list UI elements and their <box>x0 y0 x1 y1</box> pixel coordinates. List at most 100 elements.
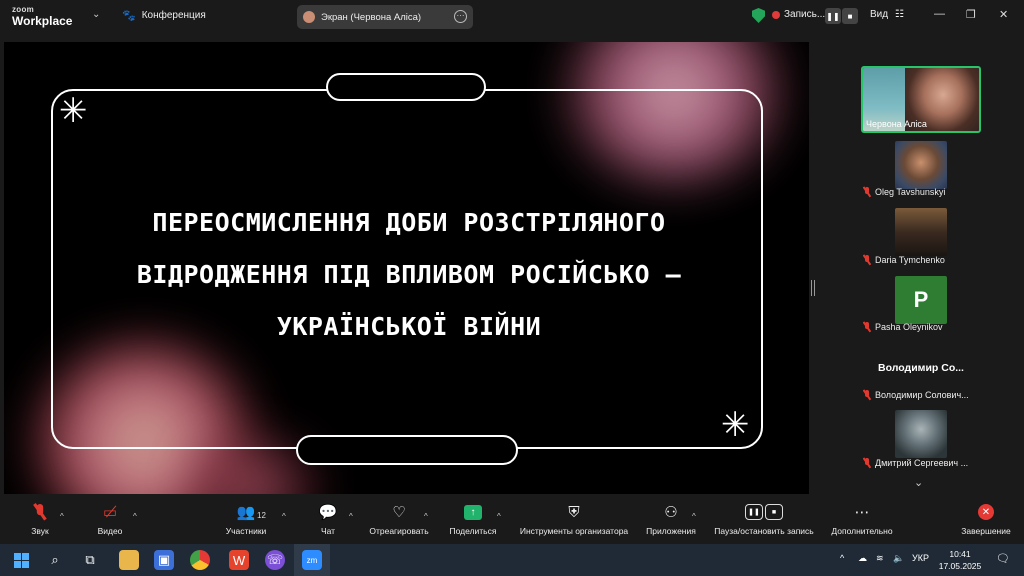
participant-name: Pasha Oleynikov <box>875 322 943 332</box>
view-menu[interactable]: Вид ☷ <box>870 9 904 20</box>
chat-icon: 💬 <box>318 504 338 521</box>
file-explorer-icon[interactable] <box>119 550 139 570</box>
task-view-icon[interactable]: ⧉ <box>80 550 100 570</box>
audio-label: Звук <box>31 526 49 536</box>
participants-button[interactable]: 👥 Участники <box>222 498 270 544</box>
share-caret-icon[interactable]: ^ <box>497 512 501 521</box>
more-icon: ⋯ <box>854 504 870 521</box>
participants-count: 12 <box>257 511 266 520</box>
participant-row[interactable]: Дмитрий Сергеевич ... <box>863 456 981 470</box>
react-button[interactable]: ♡ Отреагировать <box>366 498 432 544</box>
stop-recording-button[interactable]: ■ <box>842 8 858 24</box>
screen-share-label: Экран (Червона Аліса) <box>321 11 422 23</box>
chat-caret-icon[interactable]: ^ <box>349 512 353 521</box>
slide-title: ПЕРЕОСМИСЛЕННЯ ДОБИ РОЗСТРІЛЯНОГО ВІДРОД… <box>104 197 714 353</box>
participant-avatar[interactable] <box>895 208 947 256</box>
video-label: Видео <box>97 526 123 536</box>
participant-name: Володимир Солович... <box>875 390 969 400</box>
more-options-icon[interactable]: ··· <box>454 10 467 23</box>
participant-avatar[interactable]: P <box>895 276 947 324</box>
audio-caret-icon[interactable]: ^ <box>60 512 64 521</box>
slide-title-line: ПЕРЕОСМИСЛЕННЯ ДОБИ РОЗСТРІЛЯНОГО <box>152 208 666 237</box>
participants-caret-icon[interactable]: ^ <box>282 512 286 521</box>
star-icon: ✳ <box>721 405 750 445</box>
close-icon[interactable]: ✕ <box>999 8 1008 21</box>
mic-muted-icon <box>22 498 58 526</box>
view-label: Вид <box>870 9 889 20</box>
shield-icon[interactable] <box>752 8 765 23</box>
start-button[interactable] <box>11 550 31 570</box>
notification-icon[interactable]: 🗨 <box>996 552 1010 565</box>
volume-icon[interactable]: 🔈 <box>893 553 904 564</box>
paw-icon: 🐾 <box>122 10 136 22</box>
share-screen-icon: ↑ <box>446 498 500 526</box>
language-indicator[interactable]: УКР <box>912 553 929 563</box>
chrome-icon[interactable] <box>190 550 210 570</box>
wifi-icon[interactable]: ≋ <box>876 553 884 564</box>
host-tools-button[interactable]: ⛨ Инструменты организатора <box>514 498 634 544</box>
shared-screen[interactable]: ✳ ✳ ПЕРЕОСМИСЛЕННЯ ДОБИ РОЗСТРІЛЯНОГО ВІ… <box>4 42 809 494</box>
share-button[interactable]: ↑ Поделиться <box>446 498 500 544</box>
star-icon: ✳ <box>59 91 88 131</box>
pause-record-button[interactable]: ❚❚ ■ Пауза/остановить запись <box>708 498 820 544</box>
zoom-logo: zoom Workplace <box>12 5 72 28</box>
chat-label: Чат <box>320 526 336 536</box>
participant-name-tile[interactable]: Володимир Со... <box>860 362 982 374</box>
slide-pill-top <box>326 73 486 101</box>
end-label: Завершение <box>961 526 1011 536</box>
date-text: 17.05.2025 <box>938 561 982 571</box>
save-app-icon[interactable]: ▣ <box>154 550 174 570</box>
video-button[interactable]: ▭̸ Видео <box>90 498 130 544</box>
cloud-icon[interactable]: ☁ <box>858 553 867 564</box>
participant-row[interactable]: Володимир Солович... <box>863 388 981 402</box>
active-speaker-tile[interactable]: Червона Аліса <box>861 66 981 133</box>
search-icon[interactable]: ⌕ <box>45 550 65 570</box>
audio-button[interactable]: Звук <box>22 498 58 544</box>
chevron-down-icon[interactable]: ⌄ <box>92 9 100 20</box>
video-off-icon: ▭̸ <box>102 504 118 521</box>
end-meeting-button[interactable]: ✕ Завершение <box>958 498 1014 544</box>
participant-row[interactable]: Oleg Tavshunskyi <box>863 185 981 199</box>
participant-row[interactable]: Daria Tymchenko <box>863 253 981 267</box>
meeting-info-button[interactable]: 🐾 Конференция <box>122 9 206 22</box>
participant-avatar[interactable] <box>895 141 947 189</box>
top-bar: zoom Workplace ⌄ 🐾 Конференция Экран (Че… <box>0 0 1024 34</box>
react-caret-icon[interactable]: ^ <box>424 512 428 521</box>
mic-muted-icon <box>863 187 871 197</box>
pause-stop-icon: ❚❚ ■ <box>708 498 820 526</box>
participants-label: Участники <box>225 526 267 536</box>
slide-title-line: УКРАЇНСЬКОЇ ВІЙНИ <box>276 312 542 341</box>
react-label: Отреагировать <box>369 526 429 536</box>
windows-taskbar: ⌕ ⧉ ▣ W ☏ zm ^ ☁ ≋ 🔈 УКР 10:41 17.05.202… <box>0 544 1024 576</box>
participant-avatar[interactable] <box>895 410 947 458</box>
presenter-avatar <box>303 11 315 23</box>
resize-handle[interactable] <box>811 280 815 296</box>
video-caret-icon[interactable]: ^ <box>133 512 137 521</box>
zoom-app-icon[interactable]: zm <box>302 550 322 570</box>
screen-share-indicator[interactable]: Экран (Червона Аліса) ··· <box>297 5 473 29</box>
participant-row[interactable]: Pasha Oleynikov <box>863 320 981 334</box>
heart-icon: ♡ <box>392 504 406 521</box>
wps-icon[interactable]: W <box>229 550 249 570</box>
share-label: Поделиться <box>449 526 497 536</box>
chevron-down-icon[interactable]: ⌄ <box>914 476 923 489</box>
participant-name: Червона Аліса <box>866 119 927 129</box>
windows-icon <box>13 552 29 568</box>
more-button[interactable]: ⋯ Дополнительно <box>826 498 898 544</box>
restore-icon[interactable]: ❐ <box>966 8 976 21</box>
minimize-icon[interactable]: — <box>934 8 945 20</box>
viber-icon[interactable]: ☏ <box>265 550 285 570</box>
host-tools-label: Инструменты организатора <box>519 526 629 536</box>
apps-button[interactable]: ⚇ Приложения <box>642 498 700 544</box>
slide-title-line: ВІДРОДЖЕННЯ ПІД ВПЛИВОМ РОСІЙСЬКО – <box>136 260 682 289</box>
chat-button[interactable]: 💬 Чат <box>314 498 342 544</box>
logo-bottom-text: Workplace <box>12 14 73 28</box>
participant-name: Daria Tymchenko <box>875 255 945 265</box>
shield-icon: ⛨ <box>568 503 580 521</box>
apps-caret-icon[interactable]: ^ <box>692 512 696 521</box>
pause-recording-button[interactable]: ❚❚ <box>825 8 841 24</box>
clock[interactable]: 10:41 17.05.2025 <box>935 548 985 572</box>
chevron-up-icon[interactable]: ^ <box>840 553 844 563</box>
more-label: Дополнительно <box>831 526 893 536</box>
end-icon: ✕ <box>958 498 1014 526</box>
